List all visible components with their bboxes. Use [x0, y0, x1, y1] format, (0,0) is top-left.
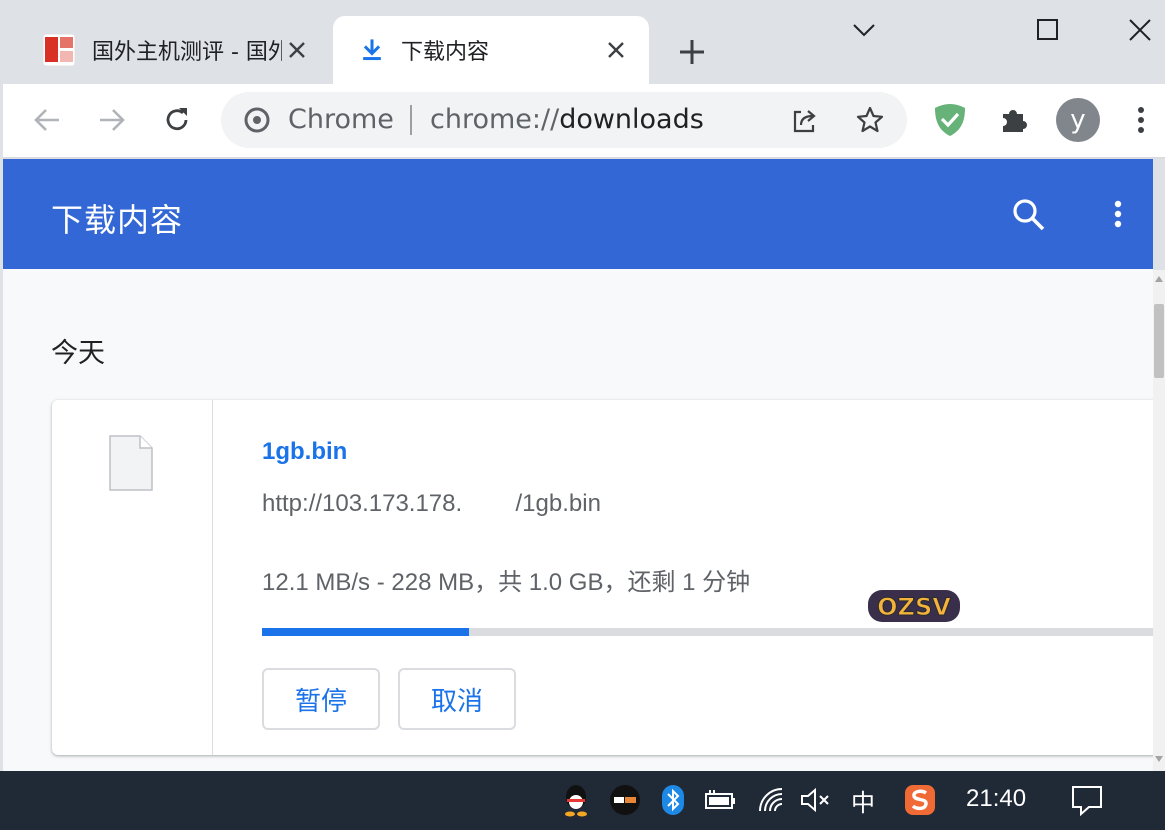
ime-indicator[interactable]: 中 [846, 783, 880, 817]
download-progress-bar [262, 628, 1153, 636]
download-icon [363, 39, 381, 61]
file-name-link[interactable]: 1gb.bin [262, 438, 347, 466]
download-status: 12.1 MB/s - 228 MB，共 1.0 GB，还剩 1 分钟 [262, 569, 751, 596]
site-label: Chrome [288, 104, 394, 135]
downloads-header: 下载内容 [3, 159, 1153, 269]
wifi-icon[interactable] [754, 783, 788, 817]
sogou-ime-icon[interactable] [903, 783, 937, 817]
bluetooth-icon[interactable] [656, 783, 690, 817]
url-scheme: chrome:// [430, 104, 560, 135]
tab-title: 国外主机测评 - 国外 [92, 40, 282, 65]
tab-strip: 国外主机测评 - 国外 下载内容 [0, 0, 1165, 84]
tab-close-icon[interactable] [601, 35, 631, 65]
zhuji-favicon-icon [42, 33, 76, 67]
back-arrow-icon[interactable] [29, 102, 65, 138]
omnibox[interactable]: Chrome chrome://downloads [221, 92, 907, 148]
browser-toolbar: Chrome chrome://downloads y [3, 84, 1165, 157]
close-icon[interactable] [1122, 12, 1158, 48]
extensions-puzzle-icon[interactable] [996, 102, 1032, 138]
date-heading: 今天 [51, 338, 105, 369]
file-icon-column [52, 400, 213, 755]
new-tab-plus-icon[interactable] [676, 36, 708, 68]
more-options-icon[interactable] [1103, 195, 1133, 235]
taskbar-clock[interactable]: 21:40 [966, 785, 1026, 813]
url-text[interactable]: chrome://downloads [430, 104, 704, 135]
tab-close-icon[interactable] [282, 35, 312, 65]
tab-title: 下载内容 [401, 40, 490, 65]
maximize-icon[interactable] [1030, 12, 1066, 48]
avatar-letter: y [1070, 105, 1086, 135]
page-title: 下载内容 [51, 201, 184, 239]
forward-arrow-icon[interactable] [94, 102, 130, 138]
downloads-page: 下载内容 今天 1gb.bin http://103.173.178. /1gb… [3, 159, 1153, 771]
progress-fill [262, 628, 470, 636]
pause-button[interactable]: 暂停 [262, 668, 380, 730]
download-item: 1gb.bin http://103.173.178. /1gb.bin 12.… [52, 400, 1153, 755]
omnibox-divider [410, 105, 412, 135]
windows-taskbar: 中 21:40 [0, 771, 1165, 830]
scrollbar-thumb[interactable] [1154, 304, 1164, 378]
scroll-up-arrow-icon[interactable] [1155, 274, 1163, 284]
chrome-logo-icon [244, 107, 270, 133]
search-icon[interactable] [1009, 195, 1049, 235]
volume-muted-icon[interactable] [798, 783, 832, 817]
tab-downloads[interactable]: 下载内容 [333, 16, 649, 84]
app-tray-icon[interactable] [608, 783, 642, 817]
chevron-down-icon[interactable] [846, 12, 882, 48]
url-host: downloads [559, 104, 704, 135]
qq-penguin-icon[interactable] [559, 783, 593, 817]
notification-center-icon[interactable] [1070, 783, 1104, 817]
scroll-down-arrow-icon[interactable] [1155, 754, 1163, 764]
share-icon[interactable] [789, 106, 819, 136]
svg-text:OZSV: OZSV [877, 593, 951, 621]
source-url[interactable]: http://103.173.178. /1gb.bin [262, 490, 601, 518]
ozsv-watermark-logo: OZSV [868, 590, 960, 622]
cancel-button[interactable]: 取消 [398, 668, 516, 730]
battery-charging-icon[interactable] [704, 783, 738, 817]
adguard-shield-icon[interactable] [931, 101, 969, 139]
tab-zhuji[interactable]: 国外主机测评 - 国外 [24, 16, 330, 84]
profile-avatar[interactable]: y [1056, 98, 1100, 142]
browser-menu-icon[interactable] [1123, 102, 1159, 138]
bookmark-star-icon[interactable] [855, 105, 885, 135]
file-icon [109, 435, 153, 491]
reload-icon[interactable] [159, 102, 195, 138]
